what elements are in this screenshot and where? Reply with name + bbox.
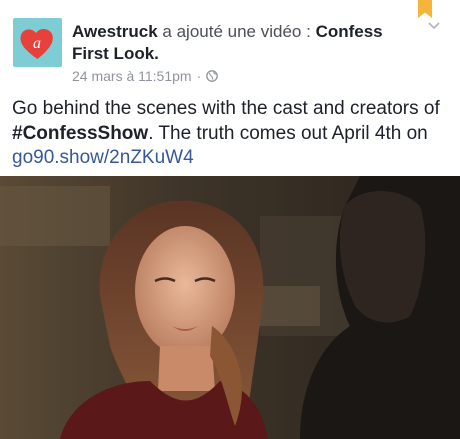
- post-meta: 24 mars à 11:51pm ·: [72, 68, 219, 84]
- post-text-intro: Go behind the scenes with the cast and c…: [12, 98, 440, 119]
- post-text-after: . The truth comes out April 4th on: [148, 122, 428, 144]
- author-name[interactable]: Awestruck: [72, 22, 158, 41]
- timestamp[interactable]: 24 mars à 11:51pm: [72, 68, 192, 84]
- hashtag-link[interactable]: #ConfessShow: [12, 123, 148, 144]
- page-avatar[interactable]: a: [13, 18, 62, 67]
- post-message: Go behind the scenes with the cast and c…: [12, 97, 452, 171]
- video-player[interactable]: [0, 176, 460, 439]
- bookmark-icon[interactable]: [418, 0, 432, 18]
- post-header: a Awestruck a ajouté une vidéo : Confess…: [0, 0, 460, 90]
- post-title: Awestruck a ajouté une vidéo : Confess F…: [72, 21, 412, 65]
- svg-text:a: a: [33, 35, 41, 52]
- post-action: a ajouté une vidéo :: [162, 22, 311, 41]
- globe-icon: [206, 70, 219, 82]
- chevron-down-icon[interactable]: [427, 18, 441, 32]
- video-thumbnail: [0, 176, 460, 439]
- meta-separator: ·: [196, 68, 202, 84]
- heart-logo-icon: a: [20, 28, 53, 59]
- post-link[interactable]: go90.show/2nZKuW4: [12, 147, 194, 168]
